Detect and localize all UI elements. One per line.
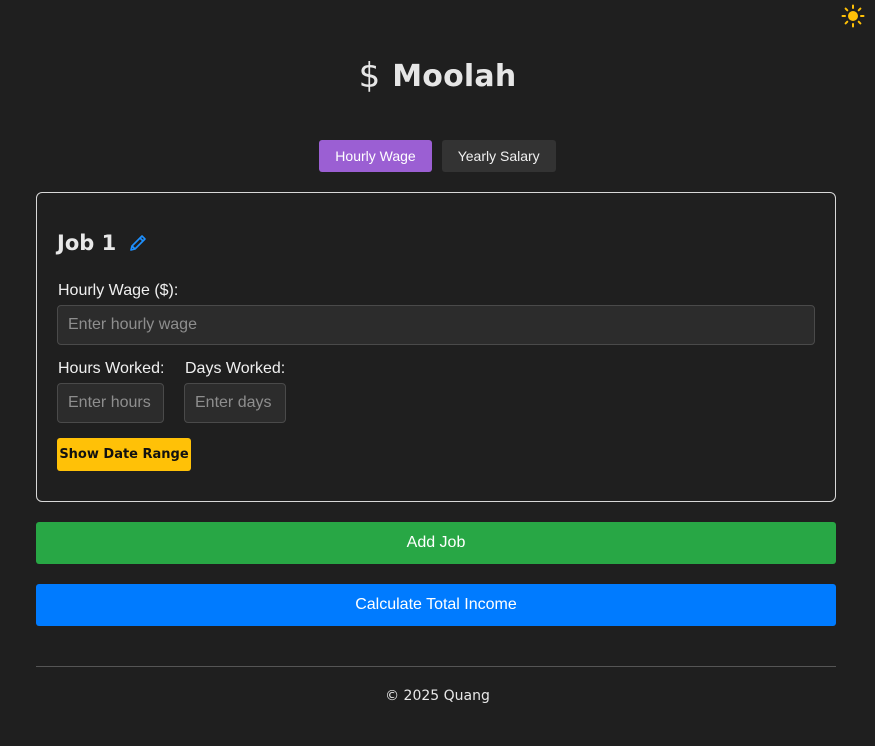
app-header: $ Moolah — [0, 56, 875, 96]
hours-worked-label: Hours Worked: — [58, 360, 165, 377]
footer-copyright: © 2025 Quang — [385, 688, 490, 704]
tab-yearly-salary[interactable]: Yearly Salary — [441, 140, 556, 172]
add-job-button[interactable]: Add Job — [36, 522, 836, 564]
app-title: Moolah — [392, 58, 517, 94]
job-title-row: Job 1 — [57, 231, 148, 255]
calculate-total-income-button[interactable]: Calculate Total Income — [36, 584, 836, 626]
mode-tabs: Hourly Wage Yearly Salary — [0, 140, 875, 172]
footer-divider — [36, 666, 836, 667]
hours-worked-input[interactable] — [57, 383, 164, 423]
days-worked-input[interactable] — [184, 383, 286, 423]
theme-toggle-button[interactable] — [841, 4, 865, 33]
days-worked-label: Days Worked: — [185, 360, 286, 377]
dollar-logo-icon: $ — [358, 56, 381, 96]
hourly-wage-label: Hourly Wage ($): — [58, 282, 179, 299]
sun-icon — [841, 4, 865, 33]
pencil-icon[interactable] — [128, 233, 148, 253]
tab-hourly-wage[interactable]: Hourly Wage — [319, 140, 432, 172]
show-date-range-button[interactable]: Show Date Range — [57, 438, 191, 471]
hourly-wage-input[interactable] — [57, 305, 815, 345]
job-title: Job 1 — [57, 231, 117, 255]
job-card: Job 1 Hourly Wage ($): Hours Worked: Day… — [36, 192, 836, 502]
